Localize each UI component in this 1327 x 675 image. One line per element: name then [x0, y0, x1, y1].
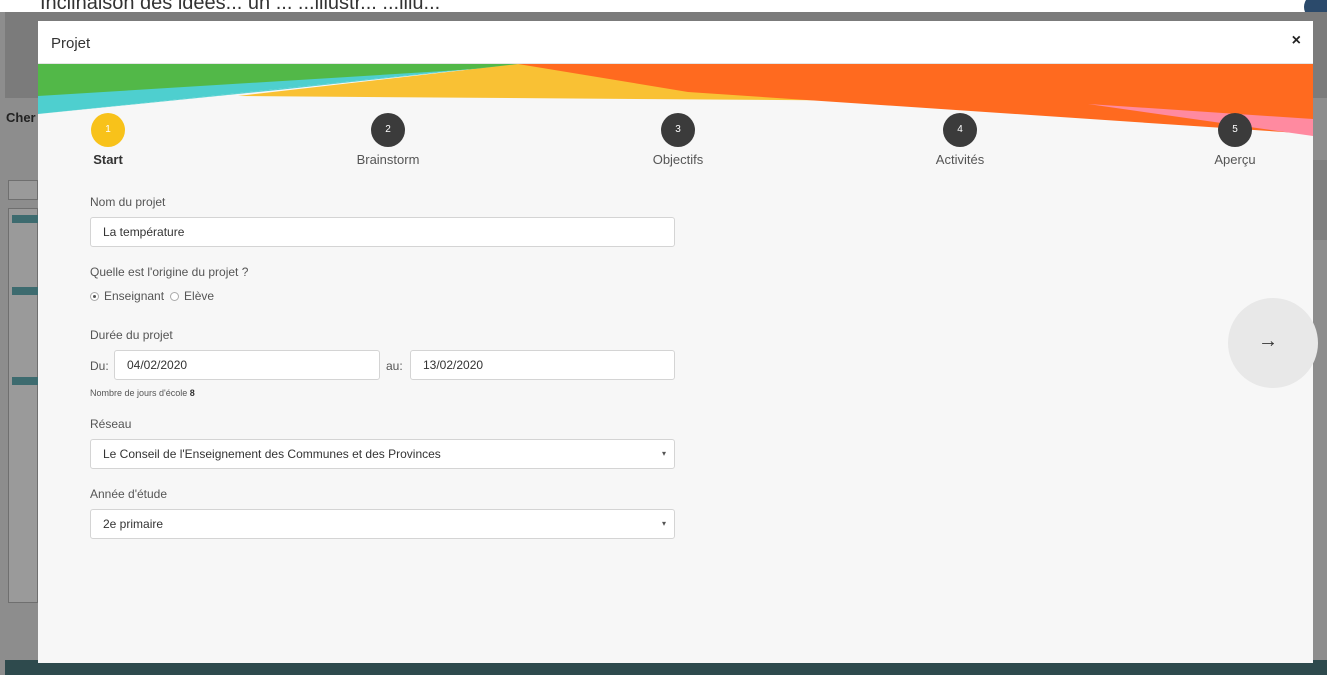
step-objectifs[interactable]: 3 Objectifs: [618, 113, 738, 167]
step-number: 3: [661, 113, 695, 147]
school-days-note: Nombre de jours d'école 8: [90, 388, 195, 398]
arrow-right-icon: →: [1258, 330, 1278, 352]
chevron-down-icon: ▾: [661, 519, 666, 528]
school-days-label: Nombre de jours d'école: [90, 388, 188, 398]
background-tree-header: [12, 377, 38, 385]
step-label: Start: [93, 152, 123, 167]
next-step-button[interactable]: →: [1228, 298, 1318, 388]
step-number: 5: [1218, 113, 1252, 147]
step-start[interactable]: 1 Start: [48, 113, 168, 167]
duration-label: Durée du projet: [90, 328, 173, 342]
radio-eleve[interactable]: [170, 291, 180, 301]
network-select[interactable]: Le Conseil de l'Enseignement des Commune…: [90, 439, 675, 469]
step-label: Aperçu: [1214, 152, 1256, 167]
origin-radio-group: Enseignant Elève: [90, 289, 214, 303]
year-select-value: 2e primaire: [103, 517, 164, 531]
step-activites[interactable]: 4 Activités: [900, 113, 1020, 167]
step-number: 4: [943, 113, 977, 147]
step-apercu[interactable]: 5 Aperçu: [1175, 113, 1295, 167]
close-icon[interactable]: ×: [1292, 33, 1301, 49]
background-side-label: Cher: [6, 110, 36, 125]
step-brainstorm[interactable]: 2 Brainstorm: [328, 113, 448, 167]
school-days-value: 8: [189, 388, 195, 398]
origin-label: Quelle est l'origine du projet ?: [90, 265, 249, 279]
project-name-label: Nom du projet: [90, 195, 166, 209]
background-search-field: [8, 180, 38, 200]
step-label: Activités: [935, 152, 985, 167]
background-top-strip: Inclinaison des idées... un ... ...illus…: [0, 0, 1327, 12]
year-select[interactable]: 2e primaire ▾: [90, 509, 675, 539]
step-number: 1: [91, 113, 125, 147]
start-date-input[interactable]: 04/02/2020: [114, 350, 380, 380]
modal-header: Projet ×: [38, 21, 1313, 64]
end-date-input[interactable]: 13/02/2020: [410, 350, 675, 380]
chevron-down-icon: ▾: [661, 449, 666, 458]
background-tree-header: [12, 287, 38, 295]
radio-enseignant[interactable]: [90, 291, 99, 301]
project-modal: Projet × 1 Start 2 Brainstorm 3 Objectif…: [38, 21, 1313, 663]
from-label: Du:: [90, 359, 109, 373]
background-top-text: Inclinaison des idées... un ... ...illus…: [40, 0, 441, 12]
radio-eleve-label: Elève: [184, 289, 215, 303]
step-number: 2: [371, 113, 405, 147]
to-label: au:: [386, 359, 403, 373]
background-tree-header: [12, 215, 38, 223]
step-label: Objectifs: [652, 152, 704, 167]
network-select-value: Le Conseil de l'Enseignement des Commune…: [103, 447, 441, 461]
background-tree-panel: [8, 208, 38, 603]
year-label: Année d'étude: [90, 487, 168, 501]
radio-enseignant-label: Enseignant: [104, 289, 165, 303]
step-label: Brainstorm: [356, 152, 420, 167]
modal-title: Projet: [51, 35, 91, 52]
project-name-input[interactable]: La température: [90, 217, 675, 247]
network-label: Réseau: [90, 417, 132, 431]
